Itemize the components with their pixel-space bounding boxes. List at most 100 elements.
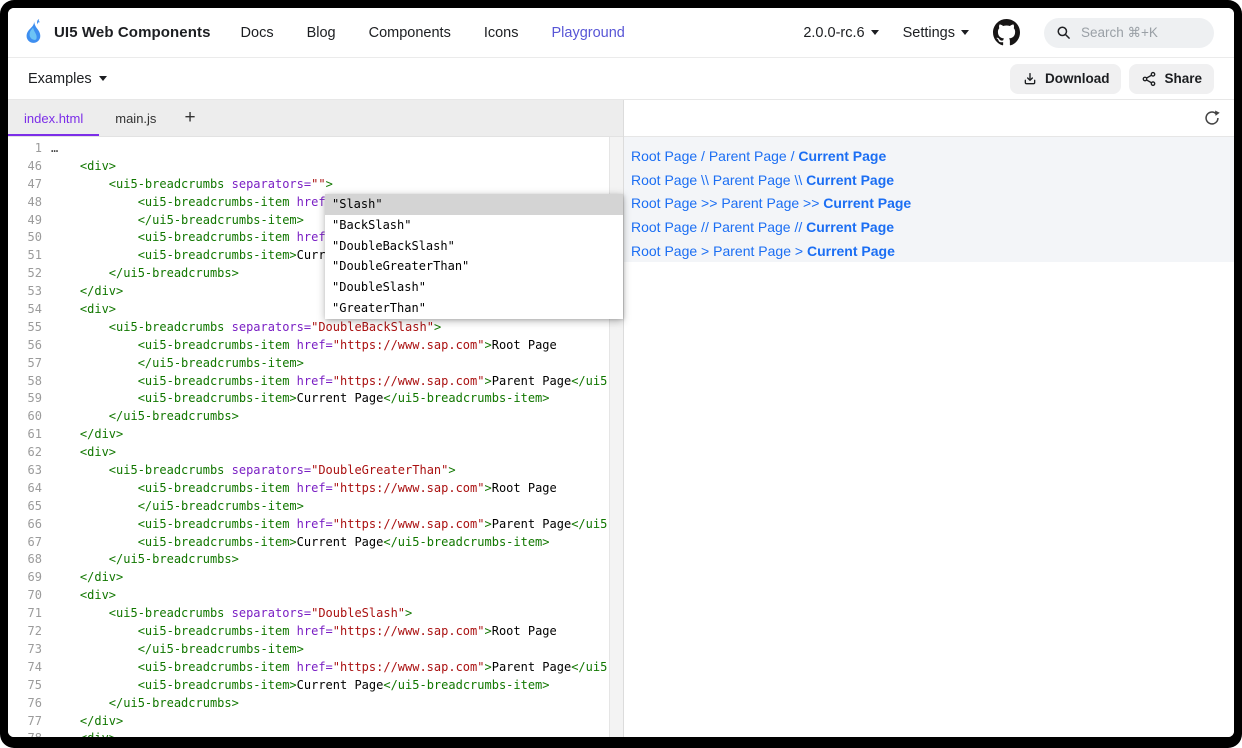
version-label: 2.0.0-rc.6: [803, 25, 864, 41]
code-line[interactable]: 57 </ui5-breadcrumbs-item>: [8, 355, 609, 373]
brand-title: UI5 Web Components: [54, 24, 211, 41]
code-line[interactable]: 56 <ui5-breadcrumbs-item href="https://w…: [8, 337, 609, 355]
nav-link-blog[interactable]: Blog: [307, 25, 336, 41]
brand-home-link[interactable]: UI5 Web Components: [20, 19, 211, 46]
code-line-text: </ui5-breadcrumbs-item>: [51, 212, 304, 230]
autocomplete-option[interactable]: "GreaterThan": [325, 298, 623, 319]
code-line-text: <ui5-breadcrumbs-item>Current Page</ui5-…: [51, 677, 550, 695]
code-line[interactable]: 46 <div>: [8, 158, 609, 176]
code-line-text: <div>: [51, 444, 116, 462]
search-box[interactable]: [1044, 18, 1214, 48]
line-number: 58: [8, 373, 51, 391]
code-line[interactable]: 58 <ui5-breadcrumbs-item href="https://w…: [8, 373, 609, 391]
code-line[interactable]: 65 </ui5-breadcrumbs-item>: [8, 498, 609, 516]
code-line[interactable]: 1…: [8, 140, 609, 158]
code-line-text: </div>: [51, 426, 123, 444]
code-line-text: </ui5-breadcrumbs>: [51, 551, 239, 569]
nav-link-components[interactable]: Components: [369, 25, 451, 41]
code-line[interactable]: 68 </ui5-breadcrumbs>: [8, 551, 609, 569]
breadcrumb-link[interactable]: Parent Page: [709, 148, 787, 164]
nav-link-icons[interactable]: Icons: [484, 25, 519, 41]
line-number: 77: [8, 713, 51, 731]
code-line[interactable]: 47 <ui5-breadcrumbs separators="">: [8, 176, 609, 194]
preview-topbar: [624, 100, 1234, 137]
line-number: 50: [8, 229, 51, 247]
settings-dropdown[interactable]: Settings: [903, 25, 969, 41]
download-button[interactable]: Download: [1010, 64, 1122, 94]
code-line[interactable]: 70 <div>: [8, 587, 609, 605]
code-line[interactable]: 71 <ui5-breadcrumbs separators="DoubleSl…: [8, 605, 609, 623]
line-number: 72: [8, 623, 51, 641]
code-line[interactable]: 61 </div>: [8, 426, 609, 444]
preview-canvas: Root Page / Parent Page / Current PageRo…: [624, 137, 1234, 262]
code-line-text: <ui5-breadcrumbs-item href="https://www.…: [51, 480, 557, 498]
navbar-right: 2.0.0-rc.6 Settings: [803, 18, 1214, 48]
add-tab-button[interactable]: +: [172, 100, 207, 136]
autocomplete-option[interactable]: "DoubleBackSlash": [325, 236, 623, 257]
code-line[interactable]: 62 <div>: [8, 444, 609, 462]
autocomplete-option[interactable]: "BackSlash": [325, 215, 623, 236]
share-button[interactable]: Share: [1129, 64, 1214, 94]
tab-index-html[interactable]: index.html: [8, 100, 99, 136]
code-line-text: <div>: [51, 730, 116, 737]
line-number: 46: [8, 158, 51, 176]
code-line-text: <ui5-breadcrumbs separators="">: [51, 176, 333, 194]
refresh-button[interactable]: [1203, 109, 1221, 127]
line-number: 60: [8, 408, 51, 426]
autocomplete-option[interactable]: "Slash": [325, 194, 623, 215]
breadcrumb-link[interactable]: Root Page: [631, 219, 697, 235]
code-line[interactable]: 69 </div>: [8, 569, 609, 587]
line-number: 57: [8, 355, 51, 373]
code-line[interactable]: 78 <div>: [8, 730, 609, 737]
code-line[interactable]: 64 <ui5-breadcrumbs-item href="https://w…: [8, 480, 609, 498]
code-line-text: <div>: [51, 587, 116, 605]
breadcrumb-link[interactable]: Root Page: [631, 172, 697, 188]
examples-dropdown[interactable]: Examples: [28, 71, 107, 87]
version-dropdown[interactable]: 2.0.0-rc.6: [803, 25, 878, 41]
nav-link-playground[interactable]: Playground: [552, 25, 625, 41]
code-line[interactable]: 55 <ui5-breadcrumbs separators="DoubleBa…: [8, 319, 609, 337]
code-line[interactable]: 73 </ui5-breadcrumbs-item>: [8, 641, 609, 659]
code-line-text: </div>: [51, 569, 123, 587]
breadcrumb-current-page: Current Page: [807, 243, 895, 259]
line-number: 55: [8, 319, 51, 337]
breadcrumb-link[interactable]: Parent Page: [713, 243, 791, 259]
code-line[interactable]: 72 <ui5-breadcrumbs-item href="https://w…: [8, 623, 609, 641]
download-icon: [1022, 71, 1038, 87]
chevron-down-icon: [961, 30, 969, 35]
breadcrumb-separator: >: [697, 243, 713, 259]
breadcrumb-link[interactable]: Parent Page: [713, 172, 791, 188]
code-line[interactable]: 77 </div>: [8, 713, 609, 731]
code-line[interactable]: 74 <ui5-breadcrumbs-item href="https://w…: [8, 659, 609, 677]
breadcrumb-link[interactable]: Parent Page: [713, 219, 791, 235]
breadcrumb-link[interactable]: Root Page: [631, 243, 697, 259]
github-link[interactable]: [993, 19, 1020, 46]
breadcrumb-link[interactable]: Root Page: [631, 148, 697, 164]
settings-label: Settings: [903, 25, 955, 41]
code-line-text: </ui5-breadcrumbs-item>: [51, 355, 304, 373]
breadcrumb-separator: >: [791, 243, 807, 259]
code-line[interactable]: 66 <ui5-breadcrumbs-item href="https://w…: [8, 516, 609, 534]
line-number: 71: [8, 605, 51, 623]
breadcrumb: Root Page > Parent Page > Current Page: [631, 239, 1234, 263]
breadcrumb-separator: \\: [791, 172, 807, 188]
autocomplete-option[interactable]: "DoubleSlash": [325, 277, 623, 298]
code-line[interactable]: 76 </ui5-breadcrumbs>: [8, 695, 609, 713]
autocomplete-option[interactable]: "DoubleGreaterThan": [325, 256, 623, 277]
code-line[interactable]: 67 <ui5-breadcrumbs-item>Current Page</u…: [8, 534, 609, 552]
code-line-text: <ui5-breadcrumbs-item href="https://www.…: [51, 337, 557, 355]
main-nav: Docs Blog Components Icons Playground: [241, 25, 625, 41]
breadcrumb-link[interactable]: Root Page: [631, 195, 697, 211]
code-line-text: <ui5-breadcrumbs-item href="https://www.…: [51, 516, 609, 534]
code-line[interactable]: 75 <ui5-breadcrumbs-item>Current Page</u…: [8, 677, 609, 695]
tab-main-js[interactable]: main.js: [99, 100, 172, 136]
plus-icon: +: [184, 107, 195, 129]
code-line[interactable]: 59 <ui5-breadcrumbs-item>Current Page</u…: [8, 390, 609, 408]
code-line[interactable]: 60 </ui5-breadcrumbs>: [8, 408, 609, 426]
breadcrumb-link[interactable]: Parent Page: [721, 195, 799, 211]
chevron-down-icon: [99, 76, 107, 81]
search-input[interactable]: [1079, 24, 1193, 41]
code-line[interactable]: 63 <ui5-breadcrumbs separators="DoubleGr…: [8, 462, 609, 480]
nav-link-docs[interactable]: Docs: [241, 25, 274, 41]
line-number: 54: [8, 301, 51, 319]
